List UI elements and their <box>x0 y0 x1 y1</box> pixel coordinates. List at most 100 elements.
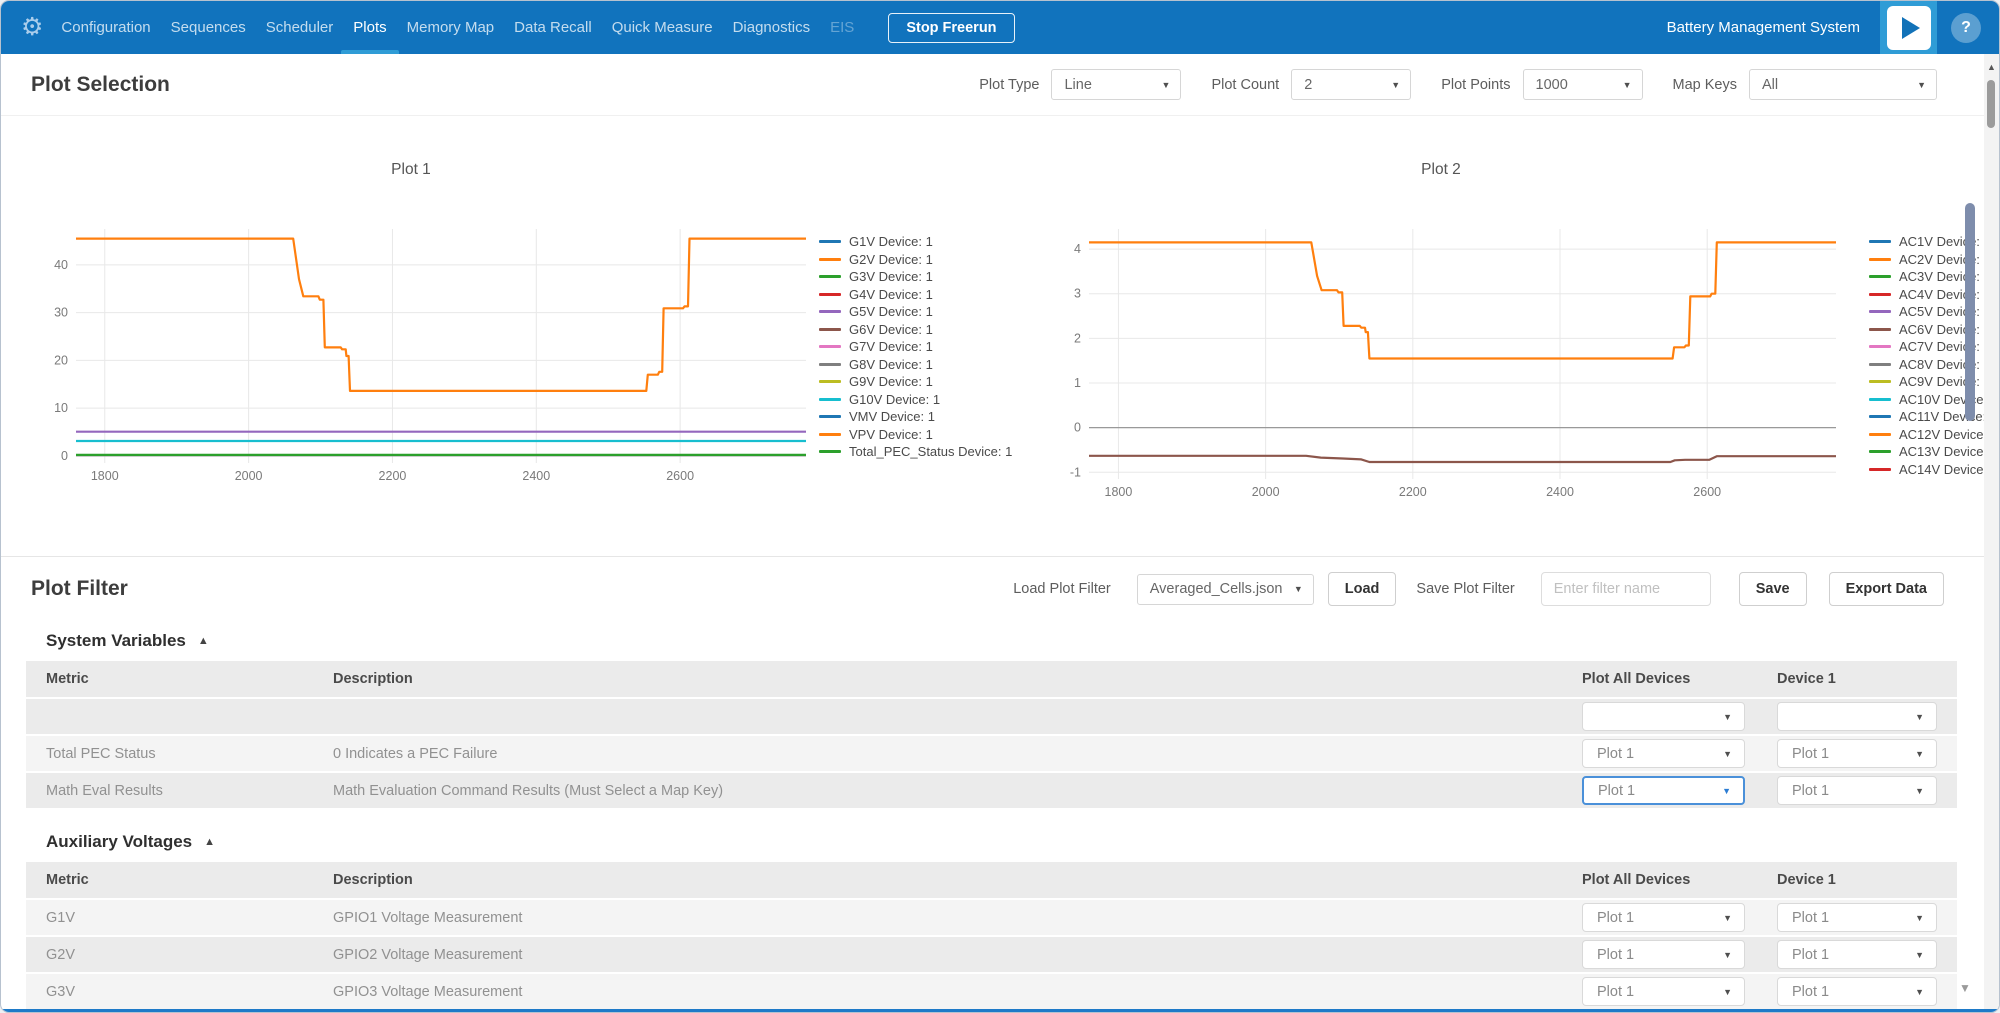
legend-line-swatch <box>819 363 841 366</box>
device1-dropdown[interactable]: Plot 1▼ <box>1777 903 1937 932</box>
legend-item-g7v-device-1[interactable]: G7V Device: 1 <box>819 338 1012 356</box>
legend-item-ac11v-device-1[interactable]: AC11V Device: 1 <box>1869 408 1998 426</box>
plot-all-dropdown[interactable]: Plot 1▼ <box>1582 739 1745 768</box>
legend-item-ac1v-device-1[interactable]: AC1V Device: 1 <box>1869 233 1998 251</box>
plot-all-dropdown[interactable]: Plot 1▼ <box>1582 940 1745 969</box>
plot2-chart[interactable]: -10123418002000220024002600 <box>1061 201 1851 501</box>
legend-label: AC7V Device: 1 <box>1899 339 1991 354</box>
nav-item-quick-measure[interactable]: Quick Measure <box>602 1 723 54</box>
device1-dropdown[interactable]: ▼ <box>1777 702 1937 731</box>
legend-item-g9v-device-1[interactable]: G9V Device: 1 <box>819 373 1012 391</box>
plot1-chart[interactable]: 01020304018002000220024002600 <box>31 201 821 501</box>
legend-label: G4V Device: 1 <box>849 287 933 302</box>
legend-label: AC6V Device: 1 <box>1899 322 1991 337</box>
nav-item-configuration[interactable]: Configuration <box>51 1 160 54</box>
nav-item-eis[interactable]: EIS <box>820 1 864 54</box>
legend-item-g6v-device-1[interactable]: G6V Device: 1 <box>819 321 1012 339</box>
filter-name-input[interactable] <box>1541 572 1711 606</box>
help-icon[interactable]: ? <box>1951 13 1981 43</box>
run-button[interactable] <box>1880 1 1937 54</box>
plot-points-dropdown[interactable]: 1000▼ <box>1523 69 1643 100</box>
content-scrollbar-thumb[interactable] <box>1965 203 1975 421</box>
plots-area: Plot 1 Plot 2 01020304018002000220024002… <box>1 116 1999 556</box>
map-keys-dropdown[interactable]: All▼ <box>1749 69 1937 100</box>
nav-item-sequences[interactable]: Sequences <box>161 1 256 54</box>
device1-dropdown[interactable]: Plot 1▼ <box>1777 940 1937 969</box>
plot-all-dropdown[interactable]: Plot 1▼ <box>1582 776 1745 805</box>
window-scrollbar[interactable]: ▲ <box>1984 54 1999 1012</box>
chevron-down-icon: ▼ <box>1917 80 1926 90</box>
plot-type-dropdown[interactable]: Line▼ <box>1051 69 1181 100</box>
legend-label: G8V Device: 1 <box>849 357 933 372</box>
export-data-button[interactable]: Export Data <box>1829 572 1944 606</box>
legend-item-g4v-device-1[interactable]: G4V Device: 1 <box>819 286 1012 304</box>
stop-freerun-button[interactable]: Stop Freerun <box>888 13 1014 43</box>
nav-item-diagnostics[interactable]: Diagnostics <box>723 1 821 54</box>
legend-label: G1V Device: 1 <box>849 234 933 249</box>
nav-item-data-recall[interactable]: Data Recall <box>504 1 602 54</box>
load-filter-dropdown[interactable]: Averaged_Cells.json ▼ <box>1137 574 1314 605</box>
legend-item-g8v-device-1[interactable]: G8V Device: 1 <box>819 356 1012 374</box>
nav-item-memory-map[interactable]: Memory Map <box>397 1 505 54</box>
plot-selection-controls: Plot TypeLine▼Plot Count2▼Plot Points100… <box>949 69 1937 100</box>
legend-item-ac6v-device-1[interactable]: AC6V Device: 1 <box>1869 321 1998 339</box>
device1-dropdown-value: Plot 1 <box>1792 910 1829 926</box>
map-keys-label: Map Keys <box>1673 77 1737 93</box>
legend-item-vmv-device-1[interactable]: VMV Device: 1 <box>819 408 1012 426</box>
metric-cell: Total PEC Status <box>26 746 333 762</box>
table-row: G3VGPIO3 Voltage MeasurementPlot 1▼Plot … <box>26 972 1957 1009</box>
plot-all-dropdown[interactable]: Plot 1▼ <box>1582 903 1745 932</box>
metrics-table: MetricDescriptionPlot All DevicesDevice … <box>26 661 1957 808</box>
legend-item-ac10v-device-1[interactable]: AC10V Device: 1 <box>1869 391 1998 409</box>
scroll-down-icon[interactable]: ▼ <box>1959 981 1971 995</box>
legend-item-g10v-device-1[interactable]: G10V Device: 1 <box>819 391 1012 409</box>
legend-label: G5V Device: 1 <box>849 304 933 319</box>
plot-all-dropdown[interactable]: ▼ <box>1582 702 1745 731</box>
device1-dropdown[interactable]: Plot 1▼ <box>1777 977 1937 1006</box>
gear-icon[interactable]: ⚙ <box>21 15 43 40</box>
device1-dropdown[interactable]: Plot 1▼ <box>1777 776 1937 805</box>
legend-item-g1v-device-1[interactable]: G1V Device: 1 <box>819 233 1012 251</box>
legend-item-g2v-device-1[interactable]: G2V Device: 1 <box>819 251 1012 269</box>
plot-count-dropdown[interactable]: 2▼ <box>1291 69 1411 100</box>
scroll-up-icon[interactable]: ▲ <box>1984 62 1999 72</box>
table-row: ▼▼ <box>26 697 1957 734</box>
legend-item-ac9v-device-1[interactable]: AC9V Device: 1 <box>1869 373 1998 391</box>
section-header-system-variables: System Variables▲ <box>46 631 1999 651</box>
legend-item-ac5v-device-1[interactable]: AC5V Device: 1 <box>1869 303 1998 321</box>
legend-label: AC4V Device: 1 <box>1899 287 1991 302</box>
section-system-variables: System Variables▲ MetricDescriptionPlot A… <box>1 631 1999 808</box>
legend-item-ac7v-device-1[interactable]: AC7V Device: 1 <box>1869 338 1998 356</box>
section-header-auxiliary-voltages: Auxiliary Voltages▲ <box>46 832 1999 852</box>
device1-dropdown[interactable]: Plot 1▼ <box>1777 739 1937 768</box>
plot2-title: Plot 2 <box>1076 161 1806 179</box>
legend-label: G3V Device: 1 <box>849 269 933 284</box>
legend-item-ac3v-device-1[interactable]: AC3V Device: 1 <box>1869 268 1998 286</box>
window-scrollbar-thumb[interactable] <box>1987 80 1995 128</box>
plot-all-dropdown[interactable]: Plot 1▼ <box>1582 977 1745 1006</box>
load-button[interactable]: Load <box>1328 572 1397 606</box>
legend-item-g5v-device-1[interactable]: G5V Device: 1 <box>819 303 1012 321</box>
legend-label: AC8V Device: 1 <box>1899 357 1991 372</box>
legend-line-swatch <box>1869 363 1891 366</box>
legend-item-ac12v-device-1[interactable]: AC12V Device: 1 <box>1869 426 1998 444</box>
plot-type-label: Plot Type <box>979 77 1039 93</box>
legend-item-total-pec-status-device-1[interactable]: Total_PEC_Status Device: 1 <box>819 443 1012 461</box>
save-button[interactable]: Save <box>1739 572 1807 606</box>
legend-item-ac14v-device-1[interactable]: AC14V Device: 1 <box>1869 461 1998 479</box>
collapse-icon[interactable]: ▲ <box>204 836 215 848</box>
legend-item-vpv-device-1[interactable]: VPV Device: 1 <box>819 426 1012 444</box>
legend-item-ac2v-device-1[interactable]: AC2V Device: 1 <box>1869 251 1998 269</box>
nav-item-scheduler[interactable]: Scheduler <box>256 1 344 54</box>
legend-item-ac4v-device-1[interactable]: AC4V Device: 1 <box>1869 286 1998 304</box>
legend-item-ac13v-device-1[interactable]: AC13V Device: 1 <box>1869 443 1998 461</box>
nav-item-plots[interactable]: Plots <box>343 1 396 54</box>
collapse-icon[interactable]: ▲ <box>198 635 209 647</box>
legend-line-swatch <box>819 258 841 261</box>
legend-item-ac8v-device-1[interactable]: AC8V Device: 1 <box>1869 356 1998 374</box>
legend-label: AC1V Device: 1 <box>1899 234 1991 249</box>
legend-item-g3v-device-1[interactable]: G3V Device: 1 <box>819 268 1012 286</box>
table-header-row: MetricDescriptionPlot All DevicesDevice … <box>26 661 1957 697</box>
legend-line-swatch <box>819 345 841 348</box>
legend-line-swatch <box>819 310 841 313</box>
